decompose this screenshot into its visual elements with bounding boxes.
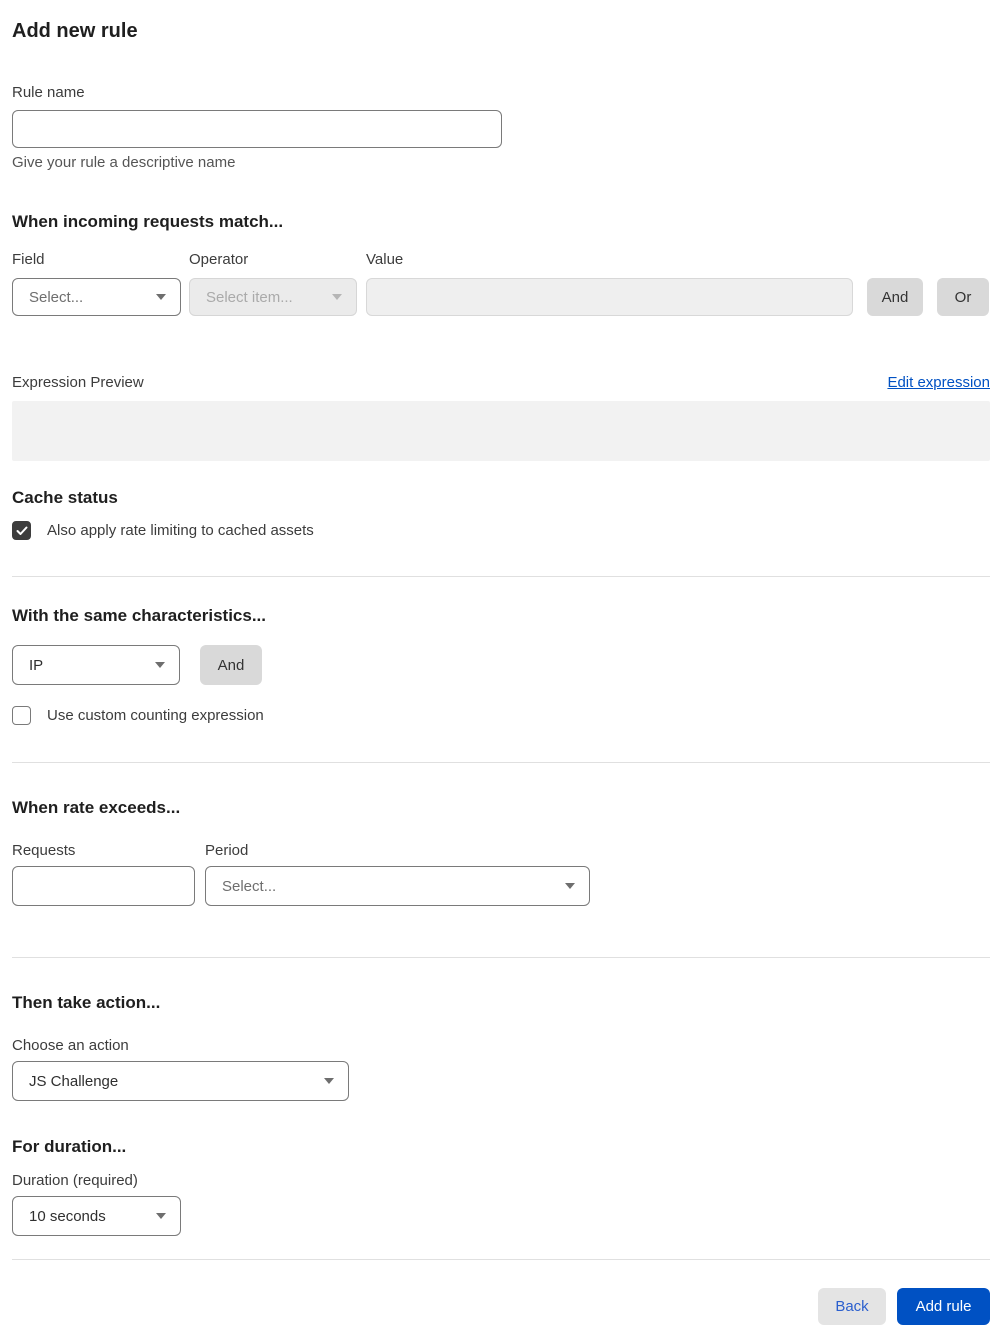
cached-assets-checkbox-label: Also apply rate limiting to cached asset… <box>47 522 314 539</box>
custom-counting-checkbox-label: Use custom counting expression <box>47 707 264 724</box>
operator-label: Operator <box>189 251 249 268</box>
expression-preview-label: Expression Preview <box>12 374 144 391</box>
choose-action-label: Choose an action <box>12 1037 129 1054</box>
duration-label: Duration (required) <box>12 1172 138 1189</box>
rule-name-helper: Give your rule a descriptive name <box>12 154 236 171</box>
expression-preview-box <box>12 401 990 461</box>
field-select[interactable]: Select... <box>12 278 181 316</box>
chevron-down-icon <box>156 294 166 300</box>
cache-status-title: Cache status <box>12 488 118 507</box>
match-section-title: When incoming requests match... <box>12 212 284 231</box>
requests-input[interactable] <box>12 866 195 906</box>
field-label: Field <box>12 251 45 268</box>
add-rule-button[interactable]: Add rule <box>897 1288 990 1325</box>
page-title: Add new rule <box>12 20 138 42</box>
period-label: Period <box>205 842 249 859</box>
value-input <box>366 278 853 316</box>
action-select-value: JS Challenge <box>29 1072 119 1090</box>
chevron-down-icon <box>155 662 165 668</box>
back-button[interactable]: Back <box>818 1288 886 1325</box>
divider <box>12 762 990 763</box>
action-select[interactable]: JS Challenge <box>12 1061 349 1101</box>
field-select-value: Select... <box>29 288 84 306</box>
chevron-down-icon <box>332 294 342 300</box>
rate-section-title: When rate exceeds... <box>12 798 181 817</box>
duration-select-value: 10 seconds <box>29 1207 106 1225</box>
characteristics-select-value: IP <box>29 656 44 674</box>
check-icon <box>16 526 27 535</box>
add-rule-form: Add new rule Rule name Give your rule a … <box>0 0 1002 1337</box>
rule-name-label: Rule name <box>12 84 85 101</box>
edit-expression-link[interactable]: Edit expression <box>887 373 990 392</box>
operator-select: Select item... <box>189 278 357 316</box>
value-label: Value <box>366 251 404 268</box>
duration-section-title: For duration... <box>12 1137 127 1156</box>
divider <box>12 576 990 577</box>
characteristics-select[interactable]: IP <box>12 645 180 685</box>
cached-assets-checkbox[interactable] <box>12 521 31 540</box>
characteristics-title: With the same characteristics... <box>12 606 267 625</box>
requests-label: Requests <box>12 842 76 859</box>
divider <box>12 1259 990 1260</box>
rule-name-input[interactable] <box>12 110 502 148</box>
period-select[interactable]: Select... <box>205 866 590 906</box>
period-select-value: Select... <box>222 877 277 895</box>
characteristics-and-button[interactable]: And <box>200 645 262 685</box>
divider <box>12 957 990 958</box>
duration-select[interactable]: 10 seconds <box>12 1196 181 1236</box>
chevron-down-icon <box>156 1213 166 1219</box>
chevron-down-icon <box>324 1078 334 1084</box>
or-button[interactable]: Or <box>937 278 989 316</box>
and-button[interactable]: And <box>867 278 923 316</box>
operator-select-value: Select item... <box>206 288 293 306</box>
chevron-down-icon <box>565 883 575 889</box>
custom-counting-checkbox[interactable] <box>12 706 31 725</box>
action-section-title: Then take action... <box>12 993 161 1012</box>
